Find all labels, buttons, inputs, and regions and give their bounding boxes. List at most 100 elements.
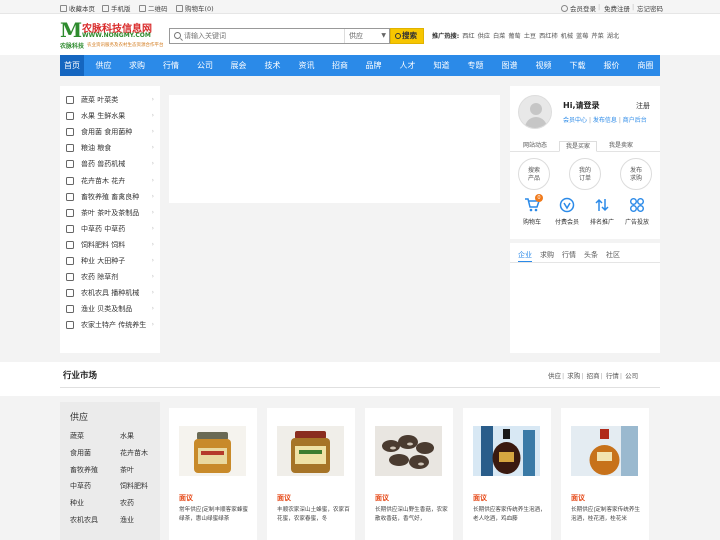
nav-item[interactable]: 专题 [461,55,490,76]
hot-search-item[interactable]: 蓝莓 [576,33,588,40]
category-item[interactable]: 农药 除草剂 › [60,269,160,285]
hot-search-item[interactable]: 西红 [462,33,474,40]
market-link-supply[interactable]: 供应 [548,372,561,380]
news-tab-buy[interactable]: 求购 [540,250,554,260]
category-secondary[interactable]: 食用菌种 [104,128,132,136]
product-description[interactable]: 长期供应深山野生香菇，农家散收香菇，香气好， [375,506,449,524]
category-secondary[interactable]: 传统养生 [118,321,146,329]
quick-cart[interactable]: 0 购物车 [515,194,549,226]
nav-item[interactable]: 视频 [529,55,558,76]
post-request-button[interactable]: 发布 求购 [620,158,652,190]
category-primary[interactable]: 农机农具 [81,289,109,297]
category-secondary[interactable]: 中草药 [104,225,125,233]
category-primary[interactable]: 蔬菜 [81,96,95,104]
supply-item[interactable]: 蔬菜 [70,431,84,441]
nav-item[interactable]: 品牌 [360,55,388,76]
category-secondary[interactable]: 饲料 [111,241,125,249]
hot-search-item[interactable]: 供应 [478,33,490,40]
category-item[interactable]: 种业 大田种子 › [60,253,160,269]
news-tab-company[interactable]: 企业 [518,250,532,262]
category-primary[interactable]: 茶叶 [81,209,95,217]
news-tab-community[interactable]: 社区 [606,250,620,260]
nav-item[interactable]: 公司 [191,55,219,76]
supply-item[interactable]: 饲料肥料 [120,481,148,491]
supply-item[interactable]: 食用菌 [70,448,91,458]
supply-item[interactable]: 水果 [120,431,134,441]
category-primary[interactable]: 食用菌 [81,128,102,136]
quick-vip[interactable]: 付费会员 [550,197,584,226]
hot-search-item[interactable]: 白菜 [493,33,505,40]
cart-link[interactable]: 购物车(0) [176,3,214,13]
category-secondary[interactable]: 茶叶及茶制品 [97,209,139,217]
product-image[interactable] [277,426,344,476]
mobile-link[interactable]: 手机版 [102,3,131,13]
tab-seller[interactable]: 我是卖家 [602,141,640,152]
product-card[interactable]: 面议 长期供应深山野生香菇，农家散收香菇，香气好， [365,408,453,540]
hot-search-item[interactable]: 西红柿 [539,33,558,40]
nav-item[interactable]: 技术 [258,55,287,76]
nav-item[interactable]: 知道 [428,55,456,76]
product-card[interactable]: 面议 长期供应|定制客家传统养生泡酒，桂花酒，桂花米 [561,408,649,540]
category-secondary[interactable]: 兽药机械 [97,160,125,168]
category-primary[interactable]: 水果 [81,112,95,120]
supply-item[interactable]: 中草药 [70,481,91,491]
market-link-invest[interactable]: 招商 [587,372,600,380]
quick-ad[interactable]: 广告投放 [620,197,654,226]
nav-item[interactable]: 招商 [326,55,354,76]
category-primary[interactable]: 种业 [81,257,95,265]
news-tab-headline[interactable]: 头条 [584,250,598,260]
category-item[interactable]: 兽药 兽药机械 › [60,156,160,172]
qrcode-link[interactable]: 二维码 [139,3,168,13]
search-input[interactable] [184,30,344,42]
category-item[interactable]: 水果 生鲜水果 › [60,108,160,124]
nav-item[interactable]: 下载 [564,55,592,76]
category-primary[interactable]: 渔业 [81,305,95,313]
category-secondary[interactable]: 粮食 [97,144,111,152]
category-item[interactable]: 粮油 粮食 › [60,140,160,156]
nav-item[interactable]: 资讯 [293,55,321,76]
category-secondary[interactable]: 畜禽良种 [111,193,139,201]
category-item[interactable]: 饲料肥料 饲料 › [60,237,160,253]
market-link-company[interactable]: 公司 [625,372,638,380]
nav-item[interactable]: 商圈 [632,55,660,76]
publish-info-link[interactable]: 发布信息 [593,117,617,124]
supply-item[interactable]: 种业 [70,498,84,508]
merchant-backend-link[interactable]: 商户后台 [623,117,647,124]
hot-search-item[interactable]: 湖北 [607,33,619,40]
product-description[interactable]: 长期供应客家传统养生泡酒，老人吃酒，鸡血藤 [473,506,547,524]
category-primary[interactable]: 农家土特产 [81,321,116,329]
quick-rank-promo[interactable]: 排名推广 [585,197,619,226]
market-link-quotes[interactable]: 行情 [606,372,619,380]
category-secondary[interactable]: 播种机械 [111,289,139,297]
nav-item[interactable]: 展会 [225,55,253,76]
site-logo[interactable]: M 农脉科技信息网 WWW.NONGMY.COM 农脉科技 农业资讯服务及农村生… [60,19,164,51]
nav-item[interactable]: 人才 [393,55,422,76]
product-image[interactable] [375,426,442,476]
nav-item[interactable]: 求购 [123,55,151,76]
category-secondary[interactable]: 除草剂 [97,273,118,281]
category-secondary[interactable]: 叶菜类 [97,96,118,104]
register-link[interactable]: 免费注册 [604,3,630,13]
product-card[interactable]: 面议 常年供应|定制丰顺客家蜂蜜绿茶，惠山绿蜜绿茶 [169,408,257,540]
product-card[interactable]: 面议 丰顺农家深山土蜂蜜，农家百花蜜，农家春蜜，冬 [267,408,355,540]
hot-search-item[interactable]: 机械 [561,33,573,40]
product-description[interactable]: 长期供应|定制客家传统养生泡酒，桂花酒，桂花米 [571,506,645,524]
nav-item[interactable]: 供应 [90,55,118,76]
category-primary[interactable]: 兽药 [81,160,95,168]
product-image[interactable] [179,426,246,476]
category-item[interactable]: 畜牧养殖 畜禽良种 › [60,189,160,205]
tab-buyer[interactable]: 我是买家 [559,141,597,152]
supply-item[interactable]: 渔业 [120,515,134,525]
nav-item[interactable]: 行情 [157,55,186,76]
category-primary[interactable]: 饲料肥料 [81,241,109,249]
category-primary[interactable]: 中草药 [81,225,102,233]
nav-item[interactable]: 图谱 [496,55,524,76]
category-primary[interactable]: 花卉苗木 [81,177,109,185]
category-secondary[interactable]: 花卉 [111,177,125,185]
category-primary[interactable]: 畜牧养殖 [81,193,109,201]
category-secondary[interactable]: 大田种子 [97,257,125,265]
category-secondary[interactable]: 贝类及制品 [97,305,132,313]
category-item[interactable]: 食用菌 食用菌种 › [60,124,160,140]
supply-item[interactable]: 茶叶 [120,465,134,475]
category-primary[interactable]: 粮油 [81,144,95,152]
